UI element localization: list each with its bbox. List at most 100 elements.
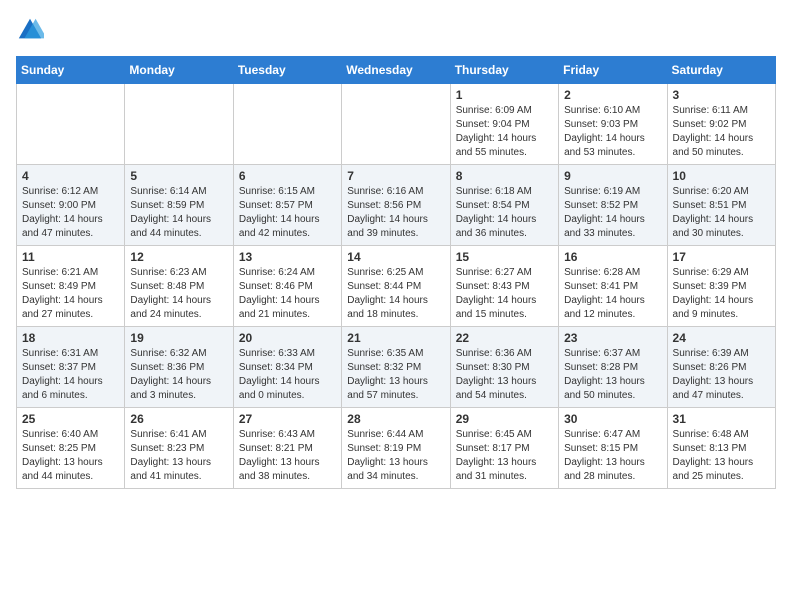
calendar-cell: 18 Sunrise: 6:31 AM Sunset: 8:37 PM Dayli…	[17, 327, 125, 408]
header-wednesday: Wednesday	[342, 57, 450, 84]
day-number: 9	[564, 169, 661, 183]
calendar-cell: 8 Sunrise: 6:18 AM Sunset: 8:54 PM Daylig…	[450, 165, 558, 246]
day-info: Sunrise: 6:35 AM Sunset: 8:32 PM Dayligh…	[347, 347, 444, 403]
calendar-cell: 11Sunrise: 6:21 AM Sunset: 8:49 PM Dayli…	[17, 246, 125, 327]
logo-icon	[16, 16, 44, 44]
day-number: 18	[22, 331, 119, 345]
day-number: 22	[456, 331, 553, 345]
calendar-cell	[342, 84, 450, 165]
calendar-cell: 25 Sunrise: 6:40 AM Sunset: 8:25 PM Dayli…	[17, 408, 125, 489]
logo	[16, 16, 48, 44]
calendar-cell: 1 Sunrise: 6:09 AM Sunset: 9:04 PM Daylig…	[450, 84, 558, 165]
calendar-week-3: 18 Sunrise: 6:31 AM Sunset: 8:37 PM Dayli…	[17, 327, 776, 408]
calendar-cell: 12Sunrise: 6:23 AM Sunset: 8:48 PM Dayli…	[125, 246, 233, 327]
day-info: Sunrise: 6:43 AM Sunset: 8:21 PM Dayligh…	[239, 428, 336, 484]
day-number: 29	[456, 412, 553, 426]
day-info: Sunrise: 6:28 AM Sunset: 8:41 PM Dayligh…	[564, 266, 661, 322]
day-info: Sunrise: 6:32 AM Sunset: 8:36 PM Dayligh…	[130, 347, 227, 403]
day-number: 28	[347, 412, 444, 426]
day-info: Sunrise: 6:10 AM Sunset: 9:03 PM Dayligh…	[564, 104, 661, 160]
day-number: 19	[130, 331, 227, 345]
day-number: 26	[130, 412, 227, 426]
day-info: Sunrise: 6:21 AM Sunset: 8:49 PM Dayligh…	[22, 266, 119, 322]
header	[16, 16, 776, 44]
day-info: Sunrise: 6:47 AM Sunset: 8:15 PM Dayligh…	[564, 428, 661, 484]
day-info: Sunrise: 6:20 AM Sunset: 8:51 PM Dayligh…	[673, 185, 770, 241]
calendar-cell: 27 Sunrise: 6:43 AM Sunset: 8:21 PM Dayli…	[233, 408, 341, 489]
day-number: 20	[239, 331, 336, 345]
day-number: 23	[564, 331, 661, 345]
day-number: 1	[456, 88, 553, 102]
calendar-cell: 28 Sunrise: 6:44 AM Sunset: 8:19 PM Dayli…	[342, 408, 450, 489]
calendar-cell: 5 Sunrise: 6:14 AM Sunset: 8:59 PM Daylig…	[125, 165, 233, 246]
day-number: 6	[239, 169, 336, 183]
day-number: 30	[564, 412, 661, 426]
day-number: 15	[456, 250, 553, 264]
day-info: Sunrise: 6:27 AM Sunset: 8:43 PM Dayligh…	[456, 266, 553, 322]
day-number: 12	[130, 250, 227, 264]
header-monday: Monday	[125, 57, 233, 84]
calendar-cell: 4 Sunrise: 6:12 AM Sunset: 9:00 PM Daylig…	[17, 165, 125, 246]
header-tuesday: Tuesday	[233, 57, 341, 84]
day-info: Sunrise: 6:40 AM Sunset: 8:25 PM Dayligh…	[22, 428, 119, 484]
header-saturday: Saturday	[667, 57, 775, 84]
calendar-cell: 3 Sunrise: 6:11 AM Sunset: 9:02 PM Daylig…	[667, 84, 775, 165]
day-info: Sunrise: 6:15 AM Sunset: 8:57 PM Dayligh…	[239, 185, 336, 241]
calendar-header-row: SundayMondayTuesdayWednesdayThursdayFrid…	[17, 57, 776, 84]
day-number: 2	[564, 88, 661, 102]
day-number: 21	[347, 331, 444, 345]
calendar-cell: 10 Sunrise: 6:20 AM Sunset: 8:51 PM Dayli…	[667, 165, 775, 246]
calendar-cell	[17, 84, 125, 165]
day-info: Sunrise: 6:12 AM Sunset: 9:00 PM Dayligh…	[22, 185, 119, 241]
day-info: Sunrise: 6:44 AM Sunset: 8:19 PM Dayligh…	[347, 428, 444, 484]
day-number: 31	[673, 412, 770, 426]
day-number: 8	[456, 169, 553, 183]
calendar-cell: 6 Sunrise: 6:15 AM Sunset: 8:57 PM Daylig…	[233, 165, 341, 246]
calendar-cell: 2 Sunrise: 6:10 AM Sunset: 9:03 PM Daylig…	[559, 84, 667, 165]
calendar-cell: 24 Sunrise: 6:39 AM Sunset: 8:26 PM Dayli…	[667, 327, 775, 408]
day-info: Sunrise: 6:16 AM Sunset: 8:56 PM Dayligh…	[347, 185, 444, 241]
header-thursday: Thursday	[450, 57, 558, 84]
day-number: 17	[673, 250, 770, 264]
calendar-cell: 29Sunrise: 6:45 AM Sunset: 8:17 PM Dayli…	[450, 408, 558, 489]
calendar-week-2: 11Sunrise: 6:21 AM Sunset: 8:49 PM Dayli…	[17, 246, 776, 327]
day-number: 14	[347, 250, 444, 264]
calendar-cell	[233, 84, 341, 165]
day-info: Sunrise: 6:48 AM Sunset: 8:13 PM Dayligh…	[673, 428, 770, 484]
day-info: Sunrise: 6:36 AM Sunset: 8:30 PM Dayligh…	[456, 347, 553, 403]
calendar-cell: 26 Sunrise: 6:41 AM Sunset: 8:23 PM Dayli…	[125, 408, 233, 489]
day-info: Sunrise: 6:18 AM Sunset: 8:54 PM Dayligh…	[456, 185, 553, 241]
day-number: 25	[22, 412, 119, 426]
day-info: Sunrise: 6:41 AM Sunset: 8:23 PM Dayligh…	[130, 428, 227, 484]
day-number: 5	[130, 169, 227, 183]
day-info: Sunrise: 6:31 AM Sunset: 8:37 PM Dayligh…	[22, 347, 119, 403]
calendar-cell: 20 Sunrise: 6:33 AM Sunset: 8:34 PM Dayli…	[233, 327, 341, 408]
day-number: 7	[347, 169, 444, 183]
day-info: Sunrise: 6:25 AM Sunset: 8:44 PM Dayligh…	[347, 266, 444, 322]
calendar-table: SundayMondayTuesdayWednesdayThursdayFrid…	[16, 56, 776, 489]
day-number: 3	[673, 88, 770, 102]
day-info: Sunrise: 6:19 AM Sunset: 8:52 PM Dayligh…	[564, 185, 661, 241]
day-number: 24	[673, 331, 770, 345]
calendar-cell: 14 Sunrise: 6:25 AM Sunset: 8:44 PM Dayli…	[342, 246, 450, 327]
day-info: Sunrise: 6:14 AM Sunset: 8:59 PM Dayligh…	[130, 185, 227, 241]
day-number: 10	[673, 169, 770, 183]
calendar-cell: 9 Sunrise: 6:19 AM Sunset: 8:52 PM Daylig…	[559, 165, 667, 246]
day-number: 4	[22, 169, 119, 183]
day-number: 16	[564, 250, 661, 264]
calendar-cell: 21 Sunrise: 6:35 AM Sunset: 8:32 PM Dayli…	[342, 327, 450, 408]
calendar-cell: 22 Sunrise: 6:36 AM Sunset: 8:30 PM Dayli…	[450, 327, 558, 408]
calendar-cell: 15 Sunrise: 6:27 AM Sunset: 8:43 PM Dayli…	[450, 246, 558, 327]
day-number: 27	[239, 412, 336, 426]
day-info: Sunrise: 6:09 AM Sunset: 9:04 PM Dayligh…	[456, 104, 553, 160]
day-info: Sunrise: 6:24 AM Sunset: 8:46 PM Dayligh…	[239, 266, 336, 322]
day-info: Sunrise: 6:33 AM Sunset: 8:34 PM Dayligh…	[239, 347, 336, 403]
calendar-cell: 30 Sunrise: 6:47 AM Sunset: 8:15 PM Dayli…	[559, 408, 667, 489]
header-sunday: Sunday	[17, 57, 125, 84]
day-info: Sunrise: 6:11 AM Sunset: 9:02 PM Dayligh…	[673, 104, 770, 160]
day-info: Sunrise: 6:39 AM Sunset: 8:26 PM Dayligh…	[673, 347, 770, 403]
calendar-week-1: 4 Sunrise: 6:12 AM Sunset: 9:00 PM Daylig…	[17, 165, 776, 246]
day-info: Sunrise: 6:37 AM Sunset: 8:28 PM Dayligh…	[564, 347, 661, 403]
calendar-week-4: 25 Sunrise: 6:40 AM Sunset: 8:25 PM Dayli…	[17, 408, 776, 489]
calendar-cell: 13Sunrise: 6:24 AM Sunset: 8:46 PM Dayli…	[233, 246, 341, 327]
